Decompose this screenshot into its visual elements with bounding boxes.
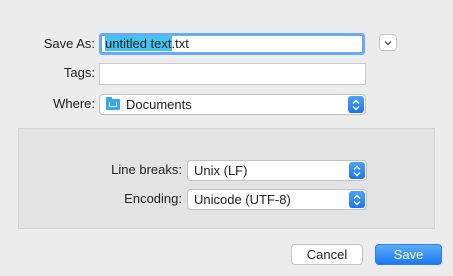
expand-dialog-button[interactable] xyxy=(379,34,397,51)
encoding-popup[interactable]: Unicode (UTF-8) xyxy=(187,189,367,210)
cancel-button[interactable]: Cancel xyxy=(291,244,363,265)
filename-extension: .txt xyxy=(171,36,189,51)
filename-field[interactable]: untitled text.txt xyxy=(99,33,365,55)
where-label: Where: xyxy=(53,96,95,111)
where-stepper xyxy=(348,96,364,113)
up-down-arrows-icon xyxy=(353,165,361,176)
where-popup[interactable]: Documents xyxy=(99,94,366,115)
tags-label: Tags: xyxy=(63,65,95,80)
chevron-down-icon xyxy=(384,40,392,45)
tags-field[interactable] xyxy=(99,63,366,85)
up-down-arrows-icon xyxy=(353,194,361,205)
save-button[interactable]: Save xyxy=(375,244,442,265)
where-value: Documents xyxy=(126,97,192,112)
line-breaks-label: Line breaks: xyxy=(111,162,182,177)
line-breaks-value: Unix (LF) xyxy=(194,163,248,178)
encoding-value: Unicode (UTF-8) xyxy=(194,192,291,207)
encoding-stepper xyxy=(349,191,365,208)
line-breaks-popup[interactable]: Unix (LF) xyxy=(187,160,367,181)
up-down-arrows-icon xyxy=(352,99,360,110)
save-as-label: Save As: xyxy=(43,36,95,51)
encoding-label: Encoding: xyxy=(124,191,182,206)
folder-icon xyxy=(106,97,120,110)
filename-selected-text: untitled text xyxy=(105,36,172,51)
line-breaks-stepper xyxy=(349,162,365,179)
